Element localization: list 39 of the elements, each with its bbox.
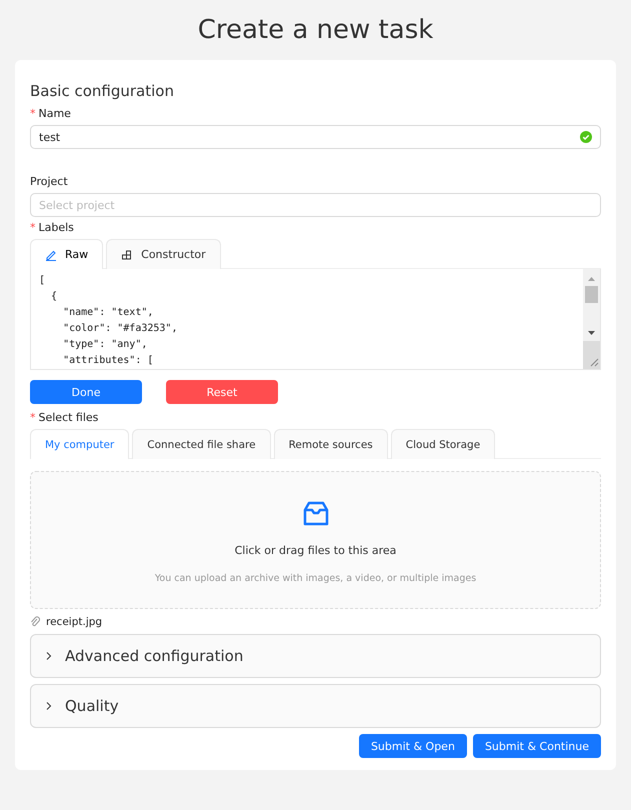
code-line: "attributes": [ [62, 354, 154, 368]
tab[interactable]: Cloud Storage [390, 429, 496, 459]
panel-title: Advanced configuration [65, 647, 244, 665]
code-line: "name": "text", [62, 306, 154, 320]
tab[interactable]: Raw [30, 239, 104, 269]
file-name[interactable]: receipt.jpg [46, 616, 102, 628]
code-line: "color": "#fa3253", [62, 322, 178, 336]
upload-hint: You can upload an archive with images, a video, or multiple images [154, 573, 476, 584]
done-button[interactable]: Done [30, 380, 142, 404]
required-mark: * [30, 411, 36, 424]
inbox-icon [302, 500, 330, 528]
pencil-icon [45, 248, 57, 260]
collapse-panel[interactable]: Quality [30, 684, 601, 728]
code-line: { [50, 290, 58, 304]
submit-button[interactable]: Submit & Open [358, 734, 467, 758]
required-mark: * [30, 221, 36, 234]
required-mark: * [30, 107, 36, 120]
field-label: Name [38, 107, 71, 120]
collapse-panel[interactable]: Advanced configuration [30, 634, 601, 678]
name-field[interactable]: test [30, 125, 601, 149]
upload-dropzone[interactable]: Click or drag files to this area You can upload an archive with images, a video, or multiple images [30, 471, 601, 609]
page-title: Create a new task [196, 14, 434, 47]
tab[interactable]: My computer [30, 429, 130, 459]
paperclip-icon [30, 616, 40, 628]
code-line: [ [39, 274, 46, 288]
tab[interactable]: Connected file share [132, 429, 271, 459]
field-label: Select files [38, 411, 98, 424]
section-title: Basic configuration [30, 82, 175, 100]
code-editor[interactable]: [ { "name": "text", "color": "#fa3253", "type": "any", "attributes": [ [30, 269, 601, 370]
code-line: "type": "any", [62, 338, 148, 352]
blocks-icon [121, 248, 134, 260]
tab[interactable]: Remote sources [274, 429, 388, 459]
upload-title: Click or drag files to this area [234, 544, 396, 557]
submit-button[interactable]: Submit & Continue [472, 734, 601, 758]
field-label: Labels [38, 221, 74, 234]
field-label: Project [30, 175, 68, 188]
tab[interactable]: Constructor [106, 239, 221, 269]
project-select[interactable]: Select project [30, 193, 601, 217]
panel-title: Quality [65, 697, 119, 715]
